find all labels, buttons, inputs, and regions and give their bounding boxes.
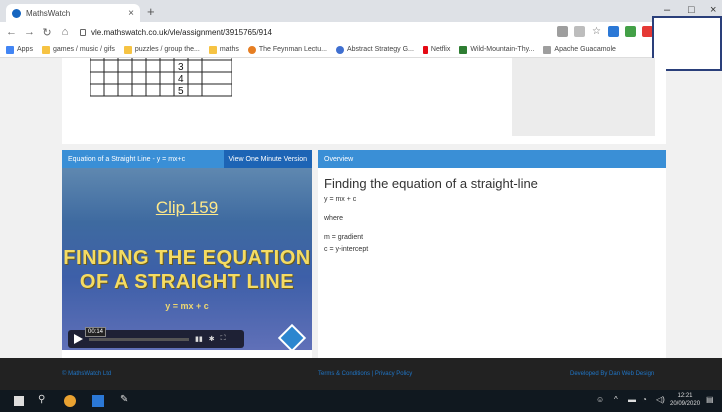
file-explorer-icon[interactable]	[92, 395, 104, 407]
video-timestamp: 00:14	[85, 326, 107, 337]
chrome-icon[interactable]	[64, 395, 76, 407]
gray-side-panel	[512, 58, 655, 136]
extension-blue-icon[interactable]	[608, 26, 619, 37]
bookmarks-bar: Apps games / music / gifs puzzles / grou…	[0, 42, 722, 58]
bookmark-wild-mountain[interactable]: Wild-Mountain-Thy...	[459, 45, 534, 54]
guacamole-icon	[543, 45, 552, 54]
overview-header: Overview	[318, 150, 666, 168]
video-player[interactable]: Clip 159 FINDING THE EQUATION OF A STRAI…	[62, 168, 312, 350]
home-icon[interactable]: ⌂	[60, 26, 70, 38]
footer-copyright: © MathsWatch Ltd	[62, 371, 112, 377]
search-icon[interactable]: ⚲	[38, 394, 50, 406]
reload-icon[interactable]: ↻	[42, 26, 52, 39]
star-icon[interactable]: ☆	[591, 26, 602, 37]
feynman-icon	[247, 45, 256, 54]
clip-number: Clip 159	[155, 198, 219, 217]
reader-icon[interactable]	[574, 26, 585, 37]
bookmark-games[interactable]: games / music / gifs	[41, 45, 115, 54]
bookmark-maths[interactable]: maths	[208, 45, 239, 54]
forward-arrow-icon[interactable]: →	[24, 26, 35, 38]
address-bar[interactable]: vle.mathswatch.co.uk/vle/assignment/3915…	[80, 28, 272, 37]
video-panel-title: Equation of a Straight Line - y = mx+c	[68, 155, 186, 163]
fullscreen-icon[interactable]: ⛶	[221, 335, 226, 343]
bookmark-abstract-strategy[interactable]: Abstract Strategy G...	[335, 45, 414, 54]
extension-green-icon[interactable]	[625, 26, 636, 37]
site-footer: © MathsWatch Ltd Terms & Conditions | Pr…	[0, 358, 722, 390]
question-card: 3 4 5	[62, 58, 666, 144]
page-content: 3 4 5 Equation of a Straight Line - y = …	[62, 58, 666, 358]
browser-tab[interactable]: MathsWatch ×	[6, 4, 140, 22]
music-icon	[459, 45, 468, 54]
mathswatch-favicon-icon	[12, 8, 21, 18]
bookmark-netflix[interactable]: Netflix	[422, 45, 450, 54]
folder-icon	[123, 45, 132, 54]
netflix-icon	[422, 45, 428, 54]
bookmark-puzzles[interactable]: puzzles / group the...	[123, 45, 200, 54]
maximize-button[interactable]: □	[688, 4, 695, 16]
windows-start-icon[interactable]	[14, 396, 24, 406]
close-window-button[interactable]: ×	[710, 4, 716, 16]
overview-gradient: m = gradient	[324, 234, 364, 241]
lock-icon	[80, 28, 86, 36]
notifications-icon[interactable]: ▤	[706, 395, 714, 404]
grid-label-3: 3	[178, 62, 184, 73]
grid-figure: 3 4 5	[90, 58, 232, 97]
video-panel: Equation of a Straight Line - y = mx+c V…	[62, 150, 312, 358]
volume-tray-icon[interactable]: ◁)	[656, 395, 665, 404]
mathswatch-logo-icon	[277, 323, 307, 350]
video-panel-header: Equation of a Straight Line - y = mx+c V…	[62, 150, 312, 168]
tab-close-icon[interactable]: ×	[128, 8, 134, 19]
grid-label-4: 4	[178, 74, 184, 85]
wifi-icon[interactable]: ◔	[642, 395, 647, 404]
minimize-button[interactable]: –	[664, 4, 670, 16]
folder-icon	[41, 45, 50, 54]
bookmark-feynman[interactable]: The Feynman Lectu...	[247, 45, 327, 54]
seek-bar[interactable]: 00:14	[85, 326, 189, 341]
tray-chevron-icon[interactable]: ^	[614, 395, 618, 404]
overview-title: Finding the equation of a straight-line	[324, 176, 538, 191]
url-text: vle.mathswatch.co.uk/vle/assignment/3915…	[91, 27, 272, 37]
folder-icon	[208, 45, 217, 54]
footer-links[interactable]: Terms & Conditions | Privacy Policy	[318, 371, 412, 377]
video-title: FINDING THE EQUATION OF A STRAIGHT LINE	[63, 247, 311, 293]
overview-panel: Overview Finding the equation of a strai…	[318, 150, 666, 358]
overview-formula: y = mx + c	[324, 196, 357, 203]
overview-where: where	[324, 215, 344, 222]
settings-gear-icon[interactable]: ✱	[209, 335, 215, 343]
tab-title: MathsWatch	[26, 8, 71, 18]
abstract-strategy-icon	[335, 45, 344, 54]
people-icon[interactable]: ☺	[596, 395, 604, 404]
taskbar-clock[interactable]: 12:21 20/09/2020	[670, 392, 700, 408]
bookmark-guacamole[interactable]: Apache Guacamole	[543, 45, 616, 54]
apps-grid-icon	[6, 45, 14, 54]
grid-label-5: 5	[178, 86, 184, 97]
view-one-minute-button[interactable]: View One Minute Version	[223, 150, 312, 168]
volume-icon[interactable]: ▮▮	[195, 335, 203, 343]
video-controls: 00:14 ▮▮ ✱ ⛶	[68, 326, 244, 348]
footer-developer[interactable]: Developed By Dan Web Design	[570, 371, 654, 377]
key-icon[interactable]	[557, 26, 568, 37]
new-tab-button[interactable]: +	[147, 4, 155, 19]
back-arrow-icon[interactable]: ←	[6, 26, 17, 38]
windows-taskbar: ⚲ ✎ ☺ ^ ▬ ◔ ◁) ▤	[0, 390, 722, 412]
video-formula: y = mx + c	[165, 301, 209, 311]
overview-intercept: c = y-intercept	[324, 246, 369, 253]
tab-strip: MathsWatch × + – □ ×	[0, 0, 722, 22]
network-icon[interactable]: ▬	[628, 395, 636, 404]
play-icon[interactable]	[74, 334, 83, 344]
bookmark-apps[interactable]: Apps	[6, 45, 33, 54]
paint-icon[interactable]: ✎	[120, 394, 132, 406]
